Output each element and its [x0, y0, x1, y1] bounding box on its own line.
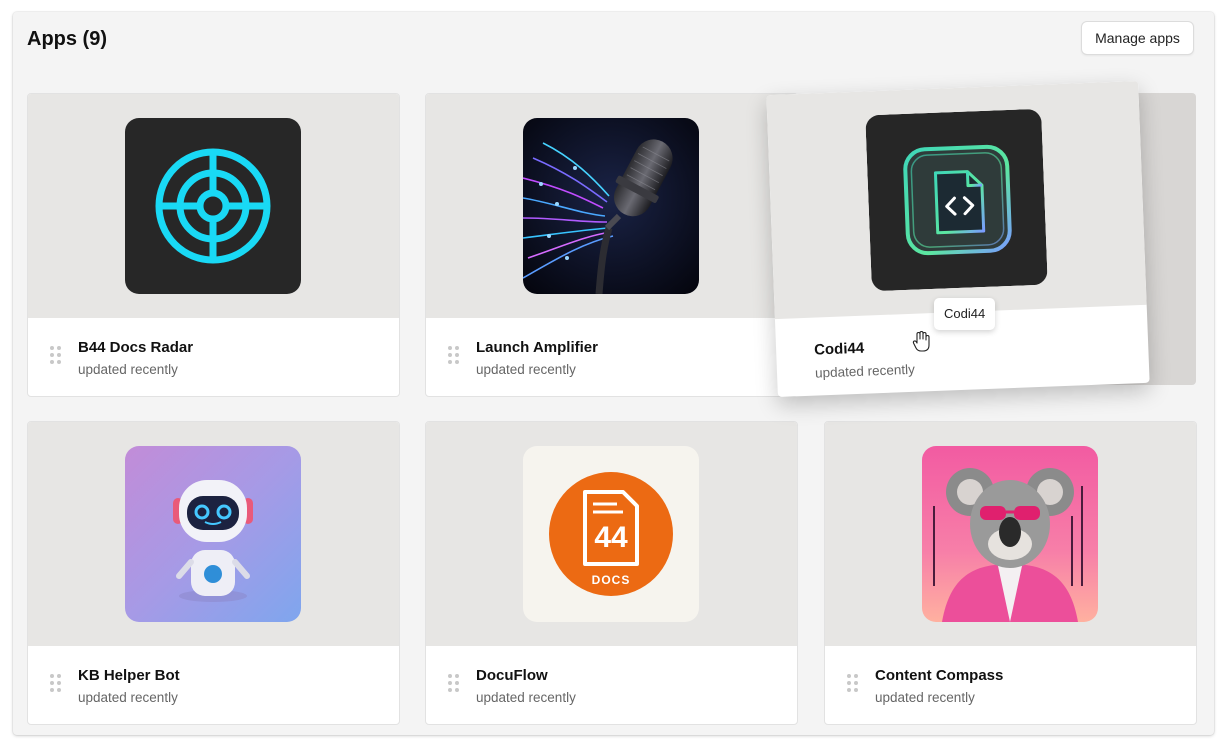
drag-handle-icon[interactable]	[448, 674, 460, 694]
app-status: updated recently	[814, 361, 916, 381]
radar-target-icon	[125, 118, 301, 294]
drag-handle-icon[interactable]	[847, 674, 859, 694]
card-image-area	[766, 80, 1147, 320]
apps-panel: Apps (9) Manage apps B44 Docs Radar upda…	[13, 12, 1214, 735]
manage-apps-button[interactable]: Manage apps	[1081, 21, 1194, 55]
app-name: DocuFlow	[476, 667, 548, 684]
app-name: Codi44	[813, 339, 865, 359]
app-card-b44-docs-radar[interactable]: B44 Docs Radar updated recently	[27, 93, 400, 397]
microphone-icon	[523, 118, 699, 294]
grab-cursor-icon	[911, 330, 933, 354]
drag-handle-icon[interactable]	[448, 346, 460, 366]
app-card-docuflow[interactable]: 44 DOCS DocuFlow updated recently	[425, 421, 798, 725]
card-image-area	[28, 422, 399, 646]
app-status: updated recently	[476, 690, 576, 705]
card-image-area: 44 DOCS	[426, 422, 797, 646]
app-name: Launch Amplifier	[476, 339, 598, 356]
robot-icon	[125, 446, 301, 622]
docs-44-logo: 44 DOCS	[523, 446, 699, 622]
logo-number: 44	[594, 521, 628, 554]
card-image-area	[28, 94, 399, 318]
app-card-launch-amplifier[interactable]: Launch Amplifier updated recently	[425, 93, 798, 397]
app-card-content-compass[interactable]: Content Compass updated recently	[824, 421, 1197, 725]
app-status: updated recently	[875, 690, 975, 705]
card-image-area	[426, 94, 797, 318]
code-file-icon	[865, 108, 1048, 292]
app-status: updated recently	[78, 362, 178, 377]
drag-handle-icon[interactable]	[50, 346, 62, 366]
logo-caption: DOCS	[592, 573, 631, 587]
app-status: updated recently	[78, 690, 178, 705]
page-title: Apps (9)	[27, 28, 107, 50]
app-card-kb-helper-bot[interactable]: KB Helper Bot updated recently	[27, 421, 400, 725]
app-status: updated recently	[476, 362, 576, 377]
app-name: B44 Docs Radar	[78, 339, 194, 356]
drag-tooltip: Codi44	[934, 298, 996, 330]
app-name: Content Compass	[875, 667, 1004, 684]
card-image-area	[825, 422, 1196, 646]
drag-handle-icon[interactable]	[50, 674, 62, 694]
app-name: KB Helper Bot	[78, 667, 180, 684]
app-card-codi44-dragging[interactable]: Codi44 updated recently	[766, 80, 1150, 398]
koala-icon	[922, 446, 1098, 622]
